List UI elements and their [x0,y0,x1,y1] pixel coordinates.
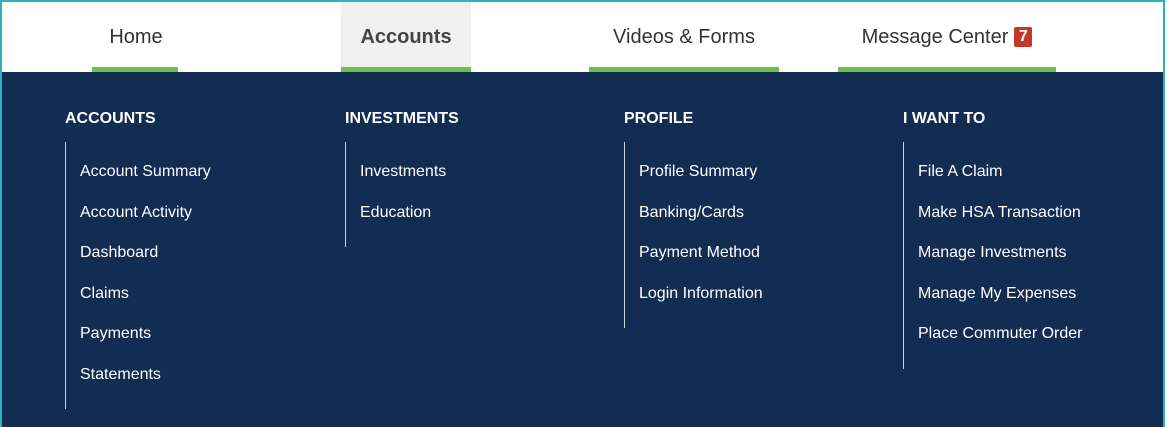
column-list: Account Summary Account Activity Dashboa… [65,142,211,409]
tab-videos-forms[interactable]: Videos & Forms [589,2,779,72]
column-list: Investments Education [345,142,446,247]
menu-item-statements[interactable]: Statements [80,363,211,404]
column-list: File A Claim Make HSA Transaction Manage… [903,142,1083,369]
column-heading: ACCOUNTS [65,110,156,127]
column-heading: PROFILE [624,110,694,127]
tab-label: Message Center [861,25,1009,48]
menu-item-file-a-claim[interactable]: File A Claim [918,160,1083,201]
menu-item-manage-my-expenses[interactable]: Manage My Expenses [918,282,1083,323]
column-list: Profile Summary Banking/Cards Payment Me… [624,142,763,328]
menu-item-payments[interactable]: Payments [80,322,211,363]
menu-item-make-hsa-transaction[interactable]: Make HSA Transaction [918,201,1083,242]
menu-item-account-activity[interactable]: Account Activity [80,201,211,242]
menu-item-place-commuter-order[interactable]: Place Commuter Order [918,322,1083,363]
menu-item-education[interactable]: Education [360,201,446,242]
column-heading: I WANT TO [903,110,986,127]
tab-accounts[interactable]: Accounts [341,2,471,72]
menu-item-account-summary[interactable]: Account Summary [80,160,211,201]
tab-label: Home [109,25,163,48]
menu-item-dashboard[interactable]: Dashboard [80,241,211,282]
menu-item-profile-summary[interactable]: Profile Summary [639,160,763,201]
menu-item-investments[interactable]: Investments [360,160,446,201]
mega-menu-panel: ACCOUNTS Account Summary Account Activit… [2,72,1163,427]
menu-item-payment-method[interactable]: Payment Method [639,241,763,282]
unread-count-badge: 7 [1014,27,1033,47]
tab-message-center[interactable]: Message Center 7 [838,2,1056,72]
tab-home[interactable]: Home [86,2,186,72]
top-navigation: Home Accounts Videos & Forms Message Cen… [2,2,1163,72]
app-frame: Home Accounts Videos & Forms Message Cen… [0,0,1165,427]
menu-item-claims[interactable]: Claims [80,282,211,323]
column-heading: INVESTMENTS [345,110,459,127]
tab-label: Videos & Forms [613,25,755,48]
menu-item-banking-cards[interactable]: Banking/Cards [639,201,763,242]
menu-item-login-information[interactable]: Login Information [639,282,763,323]
menu-item-manage-investments[interactable]: Manage Investments [918,241,1083,282]
tab-label: Accounts [360,25,452,48]
